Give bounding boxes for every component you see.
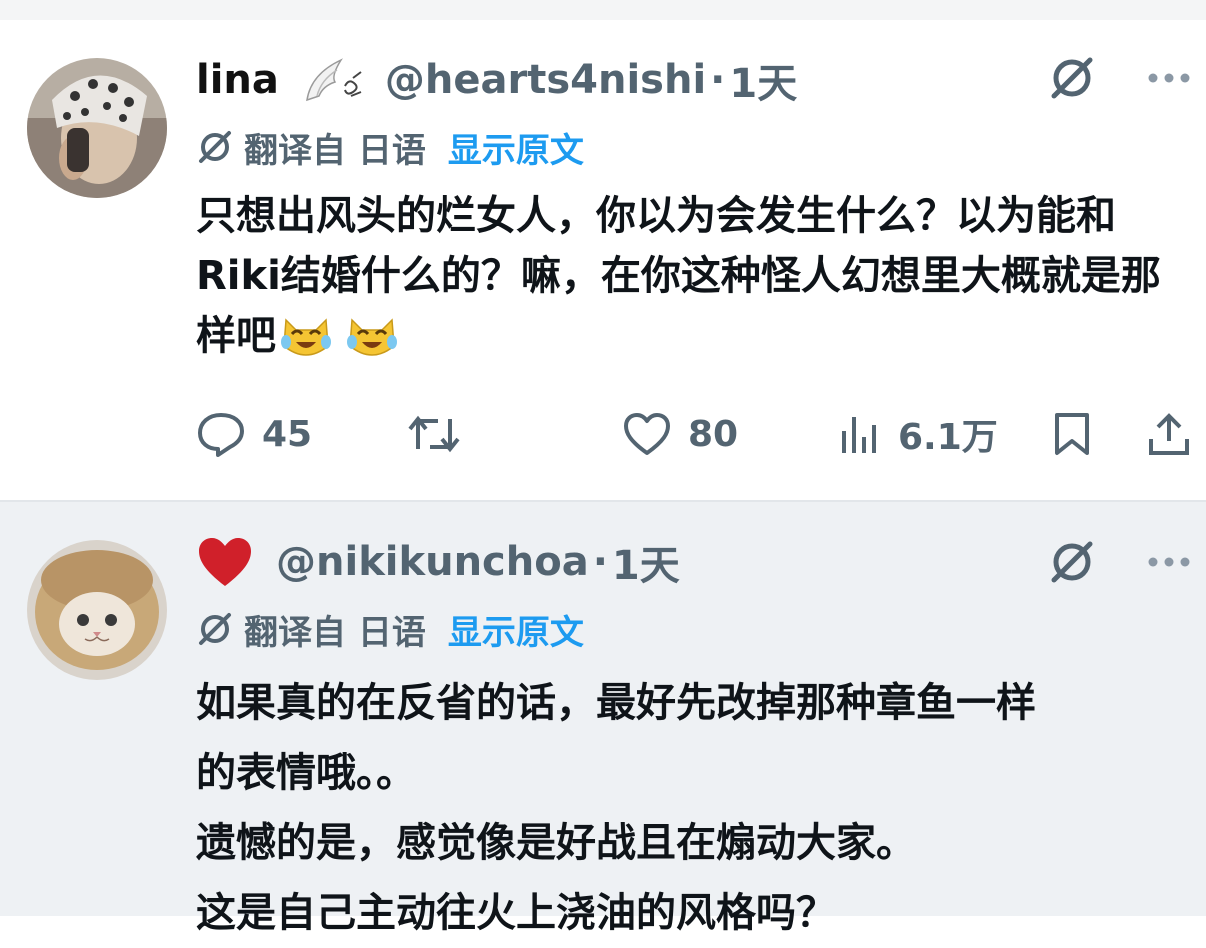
show-original-link[interactable]: 显示原文: [448, 605, 584, 654]
tweet-header: @nikikunchoa · 1天: [196, 532, 680, 592]
grok-icon[interactable]: [1048, 54, 1096, 102]
translation-info: 翻译自 日语 显示原文: [196, 604, 584, 654]
tweet-text: 只想出风头的烂女人，你以为会发生什么？以为能和Riki结婚什么的？嘛，在你这种怪…: [196, 186, 1196, 366]
translate-icon: [199, 613, 231, 645]
tweet-text-line: 的表情哦。。: [196, 750, 416, 796]
red-heart-icon: [196, 536, 254, 588]
tweet-header: lina @hearts4nishi · 1天: [196, 50, 797, 110]
repost-button[interactable]: [406, 404, 462, 464]
avatar[interactable]: [27, 58, 167, 198]
view-count: 6.1万: [898, 417, 998, 458]
translated-from-label: 翻译自 日语: [244, 612, 426, 653]
tweet-card[interactable]: lina @hearts4nishi · 1天 翻译自 日语 显示原文 只想出风…: [0, 20, 1206, 500]
tweet-card[interactable]: @nikikunchoa · 1天 翻译自 日语 显示原文 如果真的在反省的话，…: [0, 500, 1206, 936]
reply-icon: [198, 413, 244, 457]
like-count: 80: [688, 413, 739, 455]
separator: ·: [592, 539, 608, 585]
angel-wing-icon: [301, 56, 369, 104]
bookmark-button[interactable]: [1052, 404, 1092, 464]
emoji-group: [280, 316, 398, 360]
tweet-text-line: 这是自己主动往火上浇油的风格吗？: [196, 890, 836, 936]
handle[interactable]: @nikikunchoa: [276, 539, 589, 585]
repost-icon: [408, 415, 460, 453]
grok-icon[interactable]: [1048, 538, 1096, 586]
tweet-text-line: 如果真的在反省的话，最好先改掉那种章鱼一样: [196, 680, 1036, 726]
reply-button[interactable]: 45: [196, 404, 312, 464]
display-name[interactable]: lina: [196, 57, 279, 103]
views-icon: [842, 417, 876, 453]
translation-info: 翻译自 日语 显示原文: [196, 122, 584, 172]
action-bar: 45 80 6.1万: [0, 404, 1206, 464]
reply-count: 45: [262, 413, 313, 455]
show-original-link[interactable]: 显示原文: [448, 123, 584, 172]
top-divider: [0, 0, 1206, 21]
bookmark-icon: [1055, 413, 1089, 455]
like-button[interactable]: 80: [622, 404, 738, 464]
separator: ·: [710, 57, 726, 103]
timestamp[interactable]: 1天: [729, 51, 797, 109]
cat-tears-of-joy-emoji: [281, 318, 331, 356]
share-icon: [1149, 413, 1189, 455]
tweet-text-line: 遗憾的是，感觉像是好战且在煽动大家。: [196, 820, 916, 866]
timestamp[interactable]: 1天: [612, 533, 680, 591]
more-icon[interactable]: [1146, 68, 1192, 88]
translate-icon: [199, 131, 231, 163]
views-button[interactable]: 6.1万: [838, 404, 998, 464]
handle[interactable]: @hearts4nishi: [385, 57, 706, 103]
more-icon[interactable]: [1146, 552, 1192, 572]
translated-from-label: 翻译自 日语: [244, 130, 426, 171]
like-icon: [624, 413, 670, 455]
avatar[interactable]: [27, 540, 167, 680]
cat-tears-of-joy-emoji: [347, 318, 397, 356]
tweet-text: 如果真的在反省的话，最好先改掉那种章鱼一样 的表情哦。。 遗憾的是，感觉像是好战…: [196, 668, 1196, 948]
share-button[interactable]: [1146, 404, 1192, 464]
